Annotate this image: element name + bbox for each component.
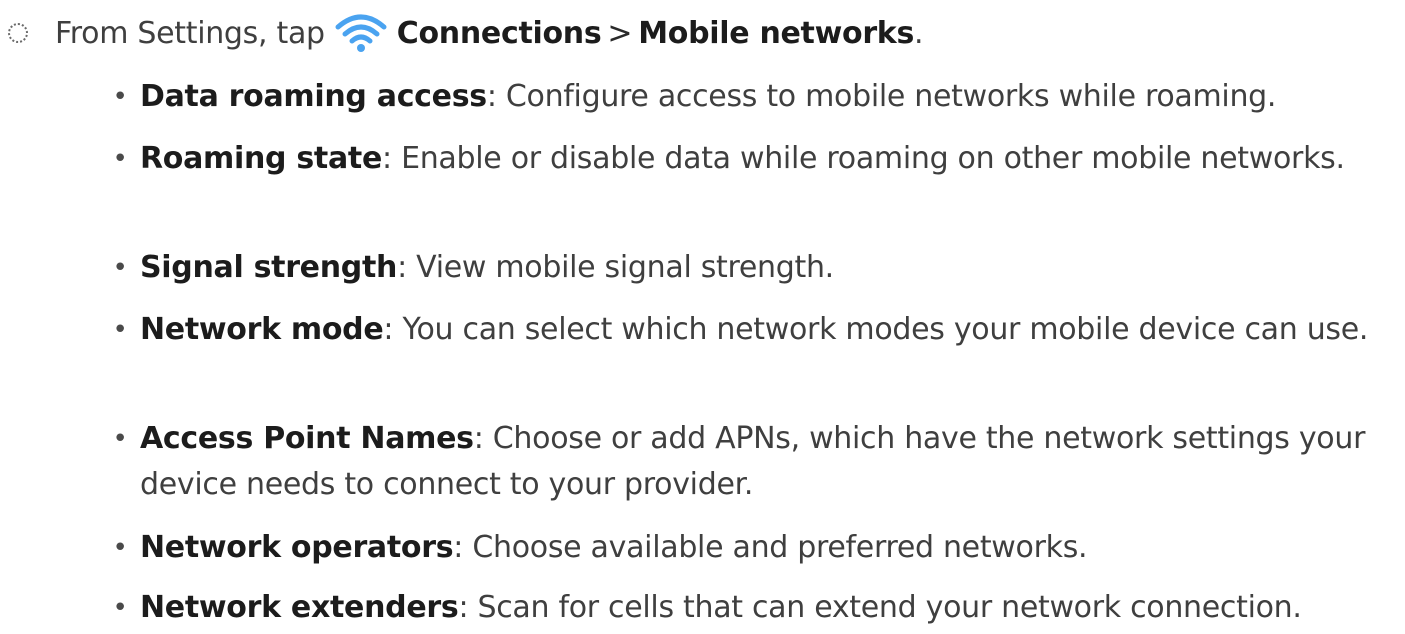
bullet-icon: • bbox=[112, 533, 128, 563]
item-separator: : bbox=[458, 590, 469, 625]
item-description: Choose available and preferred networks. bbox=[463, 530, 1088, 565]
bullet-icon: • bbox=[112, 593, 128, 623]
item-description: View mobile signal strength. bbox=[406, 250, 834, 285]
settings-instructions: From Settings, tap Connections > Mobile … bbox=[0, 0, 1405, 634]
bullet-icon: • bbox=[112, 424, 128, 454]
item-separator: : bbox=[397, 250, 407, 285]
bullet-icon: • bbox=[112, 82, 128, 112]
item-term: Roaming state bbox=[140, 141, 383, 176]
step-instruction: From Settings, tap Connections > Mobile … bbox=[0, 0, 924, 66]
item-description: Enable or disable data while roaming on … bbox=[391, 141, 1345, 176]
connections-label: Connections bbox=[396, 15, 602, 51]
item-separator: : bbox=[453, 530, 464, 565]
list-item-network-operators: • Network operators: Choose available an… bbox=[110, 525, 1380, 571]
bullet-icon: • bbox=[112, 315, 128, 345]
mobile-networks-label: Mobile networks bbox=[638, 15, 915, 51]
list-item-network-extenders: • Network extenders: Scan for cells that… bbox=[110, 585, 1380, 631]
list-item-data-roaming-access: • Data roaming access: Configure access … bbox=[110, 74, 1380, 120]
item-term: Signal strength bbox=[140, 250, 398, 285]
item-description: You can select which network modes your … bbox=[393, 312, 1369, 347]
item-term: Access Point Names bbox=[140, 421, 474, 456]
item-term: Network extenders bbox=[140, 590, 459, 625]
item-separator: : bbox=[473, 421, 484, 456]
item-separator: : bbox=[486, 79, 497, 114]
item-term: Data roaming access bbox=[140, 79, 487, 114]
wifi-icon bbox=[335, 13, 387, 53]
step-prefix: From Settings, tap bbox=[55, 15, 325, 51]
chevron-right-icon: > bbox=[607, 15, 633, 51]
item-separator: : bbox=[382, 141, 392, 176]
step-suffix: . bbox=[914, 15, 924, 51]
list-item-network-mode: • Network mode: You can select which net… bbox=[110, 307, 1380, 353]
step-marker-icon bbox=[8, 23, 28, 43]
item-description: Configure access to mobile networks whil… bbox=[496, 79, 1277, 114]
list-item-signal-strength: • Signal strength: View mobile signal st… bbox=[110, 245, 1380, 291]
item-term: Network operators bbox=[140, 530, 454, 565]
bullet-icon: • bbox=[112, 144, 128, 174]
item-term: Network mode bbox=[140, 312, 384, 347]
item-separator: : bbox=[383, 312, 394, 347]
list-item-roaming-state: • Roaming state: Enable or disable data … bbox=[110, 136, 1380, 182]
list-item-access-point-names: • Access Point Names: Choose or add APNs… bbox=[110, 416, 1380, 508]
item-description: Scan for cells that can extend your netw… bbox=[468, 590, 1302, 625]
bullet-icon: • bbox=[112, 253, 128, 283]
